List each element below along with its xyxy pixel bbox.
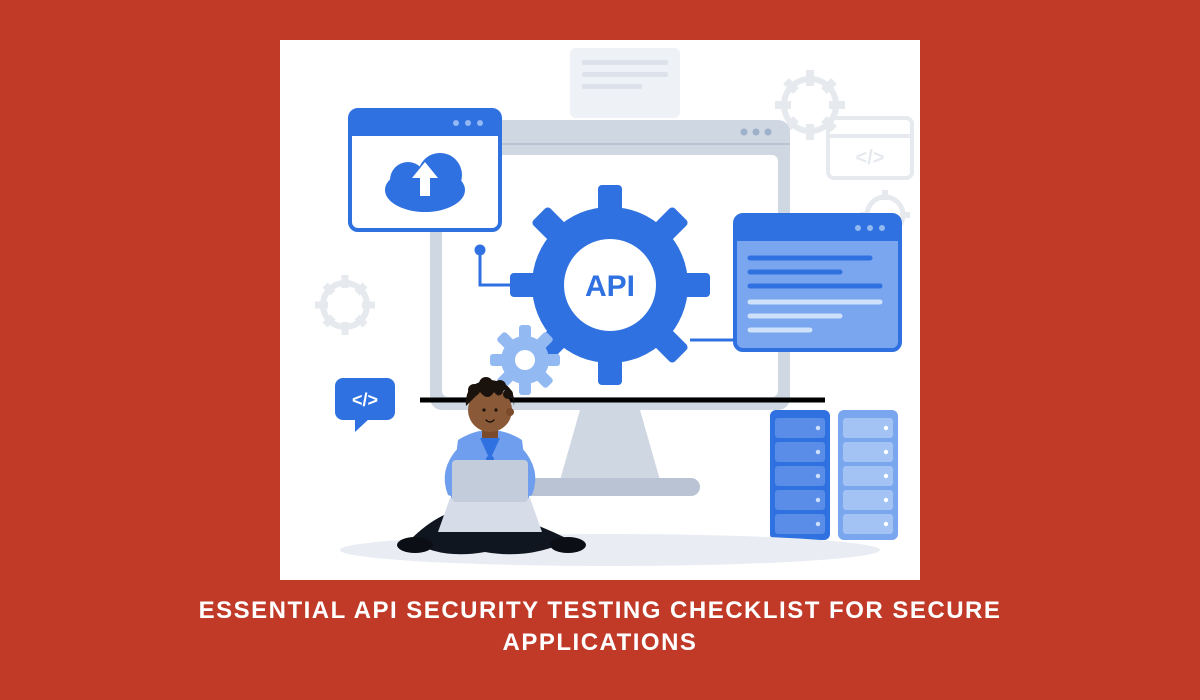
gear-label: API <box>585 270 635 303</box>
api-illustration: </> <box>280 40 920 580</box>
server-rack-icon <box>770 410 898 540</box>
hero-caption: Essential API Security Testing Checklist… <box>0 595 1200 660</box>
illustration-card: </> <box>280 40 920 580</box>
bg-document-icon <box>570 48 680 118</box>
code-glyph: </> <box>352 390 378 410</box>
code-bubble-icon: </> <box>335 378 395 432</box>
laptop-icon <box>438 460 542 532</box>
code-panel-icon <box>735 215 900 350</box>
cloud-upload-window-icon <box>350 110 500 230</box>
hero-banner: </> <box>0 0 1200 700</box>
bg-code-window-icon: </> <box>828 118 912 178</box>
bg-gear-icon <box>315 275 375 335</box>
code-glyph: </> <box>856 147 885 169</box>
